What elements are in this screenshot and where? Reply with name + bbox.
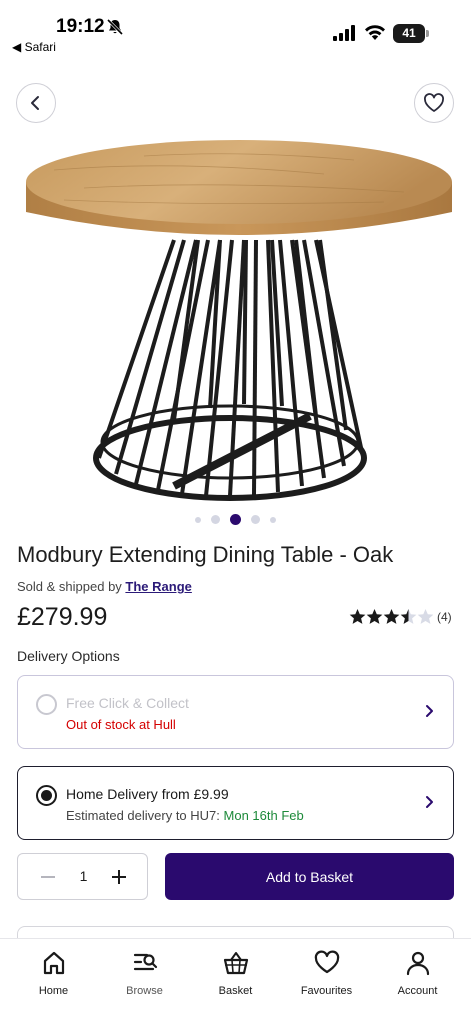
nav-account[interactable]: Account bbox=[378, 939, 458, 1024]
status-bar: 19:12 ◀ Safari 41 bbox=[0, 0, 471, 58]
basket-icon bbox=[223, 952, 248, 975]
star-half-icon bbox=[400, 609, 417, 624]
battery-cap bbox=[426, 30, 429, 37]
nav-favourites[interactable]: Favourites bbox=[287, 939, 367, 1024]
delivery-options-heading: Delivery Options bbox=[17, 648, 120, 664]
bottom-navigation: Home Browse Basket Favourites Account bbox=[0, 938, 471, 1024]
plus-icon[interactable] bbox=[109, 867, 129, 887]
home-icon bbox=[43, 951, 64, 975]
carousel-dot[interactable] bbox=[211, 515, 220, 524]
nav-home-label: Home bbox=[38, 985, 69, 997]
carousel-dot[interactable] bbox=[251, 515, 260, 524]
sold-by-line: Sold & shipped by The Range bbox=[17, 579, 192, 594]
star-full-icon bbox=[383, 609, 400, 624]
status-time: 19:12 bbox=[56, 16, 105, 37]
product-price: £279.99 bbox=[17, 603, 108, 631]
wifi-icon bbox=[365, 25, 385, 40]
delivery-estimate: Estimated delivery to HU7: Mon 16th Feb bbox=[66, 808, 304, 823]
click-collect-radio[interactable] bbox=[36, 694, 57, 715]
product-rating[interactable]: (4) bbox=[349, 608, 452, 626]
quantity-stepper: 1 bbox=[17, 853, 148, 900]
back-button[interactable] bbox=[16, 83, 56, 123]
seller-link[interactable]: The Range bbox=[125, 579, 191, 594]
click-collect-option[interactable]: Free Click & Collect Out of stock at Hul… bbox=[17, 675, 454, 749]
estimate-date: Mon 16th Feb bbox=[223, 808, 304, 823]
image-carousel-dots bbox=[0, 514, 471, 525]
nav-home[interactable]: Home bbox=[14, 939, 94, 1024]
nav-browse[interactable]: Browse bbox=[105, 939, 185, 1024]
home-delivery-title: Home Delivery from £9.99 bbox=[66, 786, 229, 802]
heart-icon bbox=[314, 950, 339, 974]
browse-search-icon bbox=[133, 953, 157, 971]
estimate-prefix: Estimated delivery to HU7: bbox=[66, 808, 224, 823]
nav-favourites-label: Favourites bbox=[300, 985, 353, 997]
nav-basket[interactable]: Basket bbox=[196, 939, 276, 1024]
chevron-right-icon bbox=[426, 796, 433, 808]
carousel-dot-active[interactable] bbox=[230, 514, 241, 525]
chevron-right-icon bbox=[426, 705, 433, 717]
account-icon bbox=[406, 951, 429, 976]
carousel-dot[interactable] bbox=[195, 516, 201, 523]
home-delivery-radio[interactable] bbox=[36, 785, 57, 806]
add-to-basket-button[interactable]: Add to Basket bbox=[165, 853, 454, 900]
favourite-button[interactable] bbox=[414, 83, 454, 123]
heart-icon bbox=[424, 93, 444, 112]
nav-account-label: Account bbox=[397, 985, 438, 997]
nav-basket-label: Basket bbox=[218, 985, 253, 997]
rating-count: (4) bbox=[437, 610, 452, 624]
carousel-dot[interactable] bbox=[270, 516, 276, 523]
star-rating bbox=[349, 609, 433, 624]
battery-level: 41 bbox=[393, 24, 425, 43]
cellular-signal-icon bbox=[333, 25, 355, 41]
nav-browse-label: Browse bbox=[126, 985, 163, 997]
battery-indicator: 41 bbox=[393, 24, 429, 43]
star-full-icon bbox=[349, 609, 366, 624]
sold-by-prefix: Sold & shipped by bbox=[17, 579, 126, 594]
metal-base bbox=[93, 239, 367, 501]
click-collect-title: Free Click & Collect bbox=[66, 695, 189, 711]
star-full-icon bbox=[366, 609, 383, 624]
product-image[interactable] bbox=[24, 140, 454, 510]
silent-bell-icon bbox=[106, 18, 124, 36]
product-title: Modbury Extending Dining Table - Oak bbox=[17, 542, 394, 567]
stock-status: Out of stock at Hull bbox=[66, 717, 176, 732]
home-delivery-option[interactable]: Home Delivery from £9.99 Estimated deliv… bbox=[17, 766, 454, 840]
star-empty-icon bbox=[417, 609, 433, 624]
chevron-left-icon bbox=[31, 96, 39, 110]
back-to-safari-link[interactable]: ◀ Safari bbox=[12, 40, 56, 54]
quantity-value[interactable]: 1 bbox=[18, 868, 149, 884]
